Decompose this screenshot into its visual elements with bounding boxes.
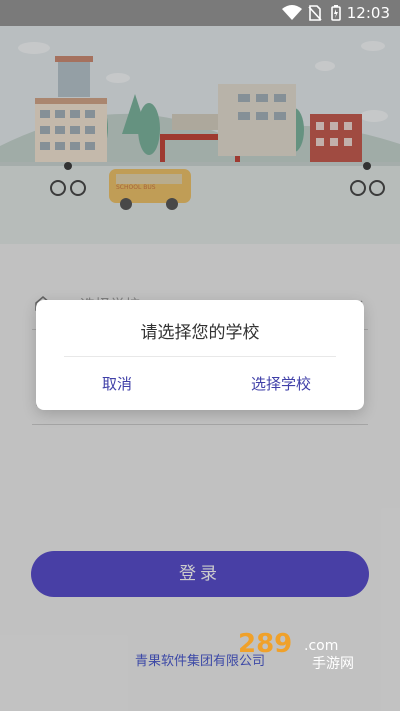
- svg-text:手游网: 手游网: [312, 656, 354, 672]
- dialog-divider: [64, 356, 336, 357]
- site-watermark: 289 .com 手游网: [232, 629, 382, 678]
- status-bar: 12:03: [0, 0, 400, 26]
- status-time: 12:03: [346, 4, 390, 22]
- dialog-select-school-button[interactable]: 选择学校: [251, 373, 311, 394]
- dialog-title: 请选择您的学校: [140, 323, 260, 343]
- no-sim-icon: [308, 5, 322, 21]
- svg-text:289: 289: [238, 630, 292, 659]
- select-school-dialog: 请选择您的学校 取消 选择学校: [36, 300, 364, 410]
- wifi-icon: [282, 5, 302, 20]
- watermark-logo: 289 .com 手游网: [238, 629, 354, 672]
- dialog-cancel-button[interactable]: 取消: [102, 373, 132, 394]
- svg-text:.com: .com: [304, 638, 338, 654]
- battery-icon: [331, 5, 341, 21]
